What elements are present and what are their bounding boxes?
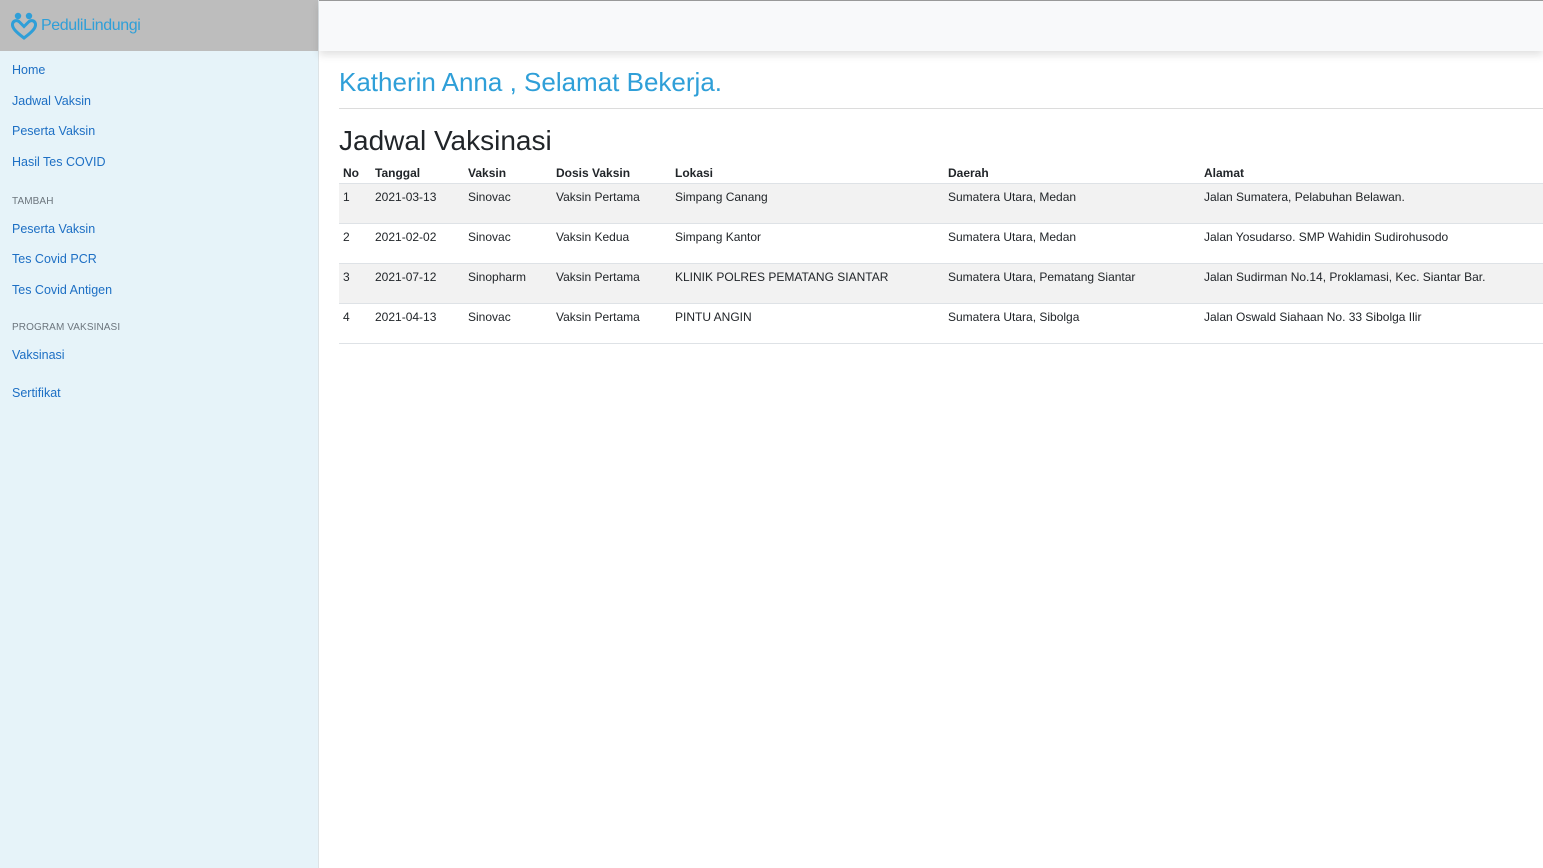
sidebar-nav: Home Jadwal Vaksin Peserta Vaksin Hasil … xyxy=(0,51,318,415)
cell-dosis-vaksin: Vaksin Pertama xyxy=(552,183,671,224)
column-header-alamat: Alamat xyxy=(1200,159,1543,184)
sidebar-item-hasil-tes-covid[interactable]: Hasil Tes COVID xyxy=(0,153,318,184)
cell-vaksin: Sinovac xyxy=(464,183,552,224)
cell-tanggal: 2021-07-12 xyxy=(371,263,464,304)
column-header-daerah: Daerah xyxy=(944,159,1200,184)
sidebar: PeduliLindungi Home Jadwal Vaksin Pesert… xyxy=(0,0,319,868)
sidebar-item-home[interactable]: Home xyxy=(0,61,318,92)
sidebar-item-sertifikat[interactable]: Sertifikat xyxy=(0,384,318,415)
sidebar-item-tes-covid-pcr[interactable]: Tes Covid PCR xyxy=(0,250,318,281)
sidebar-item-tes-covid-antigen[interactable]: Tes Covid Antigen xyxy=(0,281,318,312)
cell-no: 3 xyxy=(339,263,371,304)
cell-alamat: Jalan Yosudarso. SMP Wahidin Sudirohusod… xyxy=(1200,223,1543,264)
sidebar-item-tambah-peserta-vaksin[interactable]: Peserta Vaksin xyxy=(0,220,318,251)
cell-daerah: Sumatera Utara, Medan xyxy=(944,223,1200,264)
table-row: 1 2021-03-13 Sinovac Vaksin Pertama Simp… xyxy=(339,183,1543,224)
cell-alamat: Jalan Sudirman No.14, Proklamasi, Kec. S… xyxy=(1200,263,1543,304)
sidebar-heading-tambah: TAMBAH xyxy=(12,195,54,207)
page-title: Jadwal Vaksinasi xyxy=(339,125,552,156)
table-row: 2 2021-02-02 Sinovac Vaksin Kedua Simpan… xyxy=(339,223,1543,264)
cell-daerah: Sumatera Utara, Sibolga xyxy=(944,303,1200,344)
cell-no: 4 xyxy=(339,303,371,344)
cell-dosis-vaksin: Vaksin Kedua xyxy=(552,223,671,264)
brand-name: PeduliLindungi xyxy=(41,16,141,34)
cell-tanggal: 2021-03-13 xyxy=(371,183,464,224)
cell-dosis-vaksin: Vaksin Pertama xyxy=(552,263,671,304)
table-header-row: No Tanggal Vaksin Dosis Vaksin Lokasi Da… xyxy=(339,159,1543,184)
column-header-lokasi: Lokasi xyxy=(671,159,944,184)
cell-alamat: Jalan Oswald Siahaan No. 33 Sibolga Ilir xyxy=(1200,303,1543,344)
cell-vaksin: Sinovac xyxy=(464,303,552,344)
top-navbar xyxy=(319,0,1543,51)
sidebar-heading-program-vaksinasi: PROGRAM VAKSINASI xyxy=(12,321,121,333)
main-content: Katherin Anna , Selamat Bekerja. Jadwal … xyxy=(339,52,1543,344)
column-header-tanggal: Tanggal xyxy=(371,159,464,184)
cell-vaksin: Sinopharm xyxy=(464,263,552,304)
column-header-dosis-vaksin: Dosis Vaksin xyxy=(552,159,671,184)
cell-daerah: Sumatera Utara, Pematang Siantar xyxy=(944,263,1200,304)
brand[interactable]: PeduliLindungi xyxy=(0,0,318,51)
cell-alamat: Jalan Sumatera, Pelabuhan Belawan. xyxy=(1200,183,1543,224)
cell-lokasi: Simpang Kantor xyxy=(671,223,944,264)
cell-no: 2 xyxy=(339,223,371,264)
column-header-no: No xyxy=(339,159,371,184)
table-row: 3 2021-07-12 Sinopharm Vaksin Pertama KL… xyxy=(339,263,1543,304)
jadwal-vaksinasi-table: No Tanggal Vaksin Dosis Vaksin Lokasi Da… xyxy=(339,159,1543,344)
cell-tanggal: 2021-04-13 xyxy=(371,303,464,344)
cell-no: 1 xyxy=(339,183,371,224)
cell-daerah: Sumatera Utara, Medan xyxy=(944,183,1200,224)
sidebar-item-jadwal-vaksin[interactable]: Jadwal Vaksin xyxy=(0,92,318,123)
cell-lokasi: Simpang Canang xyxy=(671,183,944,224)
cell-lokasi: PINTU ANGIN xyxy=(671,303,944,344)
welcome-greeting: Katherin Anna , Selamat Bekerja. xyxy=(339,52,1543,109)
peduli-lindungi-logo-icon xyxy=(11,12,37,40)
cell-dosis-vaksin: Vaksin Pertama xyxy=(552,303,671,344)
table-row: 4 2021-04-13 Sinovac Vaksin Pertama PINT… xyxy=(339,303,1543,344)
cell-tanggal: 2021-02-02 xyxy=(371,223,464,264)
sidebar-item-peserta-vaksin[interactable]: Peserta Vaksin xyxy=(0,122,318,153)
cell-vaksin: Sinovac xyxy=(464,223,552,264)
column-header-vaksin: Vaksin xyxy=(464,159,552,184)
sidebar-item-vaksinasi[interactable]: Vaksinasi xyxy=(0,346,318,384)
cell-lokasi: KLINIK POLRES PEMATANG SIANTAR xyxy=(671,263,944,304)
